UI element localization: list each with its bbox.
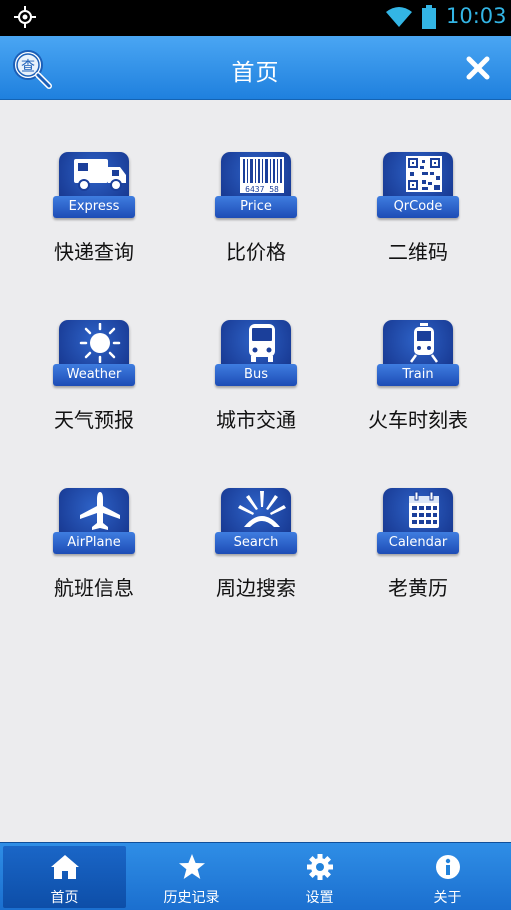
nav-label: 设置 [305, 890, 334, 906]
tile-label: 航班信息 [54, 576, 134, 600]
tile-weather[interactable]: Weather 天气预报 [24, 268, 164, 432]
tile-label: 比价格 [226, 240, 286, 264]
radar-icon [238, 491, 286, 527]
tile-bus[interactable]: Bus 城市交通 [186, 268, 326, 432]
qrcode-icon [406, 156, 442, 192]
tile-search[interactable]: Search 周边搜索 [186, 436, 326, 600]
barcode-icon: 6437 58 [240, 157, 284, 194]
tile-calendar[interactable]: Calendar 老黄历 [348, 436, 488, 600]
battery-icon [422, 5, 436, 29]
gps-icon [14, 6, 36, 28]
tile-express[interactable]: Express 快递查询 [24, 100, 164, 264]
tile-label: 城市交通 [216, 408, 296, 432]
nav-about[interactable]: 关于 [386, 846, 509, 908]
badge-weather: Weather [53, 364, 135, 386]
wifi-icon [386, 7, 412, 27]
info-icon [436, 855, 460, 879]
sun-icon [79, 323, 121, 363]
page-title: 首页 [231, 60, 280, 86]
badge-bus: Bus [215, 364, 297, 386]
status-bar: 10:03 [0, 0, 511, 36]
tile-label: 二维码 [388, 240, 448, 264]
bus-icon [249, 324, 275, 362]
nav-settings[interactable]: 设置 [258, 846, 381, 908]
status-time: 10:03 [446, 4, 507, 28]
star-icon [179, 854, 205, 879]
badge-qrcode: QrCode [377, 196, 459, 218]
tile-label: 快递查询 [54, 240, 134, 264]
tile-airplane[interactable]: AirPlane 航班信息 [24, 436, 164, 600]
nav-history[interactable]: 历史记录 [130, 846, 253, 908]
svg-text:6437 58: 6437 58 [245, 185, 279, 194]
badge-search: Search [215, 532, 297, 554]
badge-price: Price [215, 196, 297, 218]
tile-label: 天气预报 [54, 408, 134, 432]
badge-express: Express [53, 196, 135, 218]
tile-price[interactable]: 6437 58 Price 比价格 [186, 100, 326, 264]
nav-home[interactable]: 首页 [3, 846, 126, 908]
home-icon [51, 855, 79, 879]
tile-label: 老黄历 [388, 576, 448, 600]
tile-qrcode[interactable]: QrCode 二维码 [348, 100, 488, 264]
calendar-icon [409, 491, 439, 528]
tile-label: 火车时刻表 [368, 408, 468, 432]
nav-label: 首页 [50, 890, 79, 906]
bottom-nav: 首页 历史记录 设置 关于 [0, 842, 511, 910]
tile-label: 周边搜索 [216, 576, 296, 600]
nav-label: 关于 [433, 890, 462, 906]
badge-airplane: AirPlane [53, 532, 135, 554]
gear-icon [307, 854, 333, 880]
train-icon [409, 323, 439, 363]
nav-label: 历史记录 [163, 890, 220, 906]
badge-train: Train [377, 364, 459, 386]
truck-icon [74, 159, 126, 191]
title-bar: 查 首页 [0, 36, 511, 100]
close-icon[interactable] [462, 52, 494, 84]
tile-train[interactable]: Train 火车时刻表 [348, 268, 488, 432]
badge-calendar: Calendar [377, 532, 459, 554]
airplane-icon [80, 492, 120, 530]
